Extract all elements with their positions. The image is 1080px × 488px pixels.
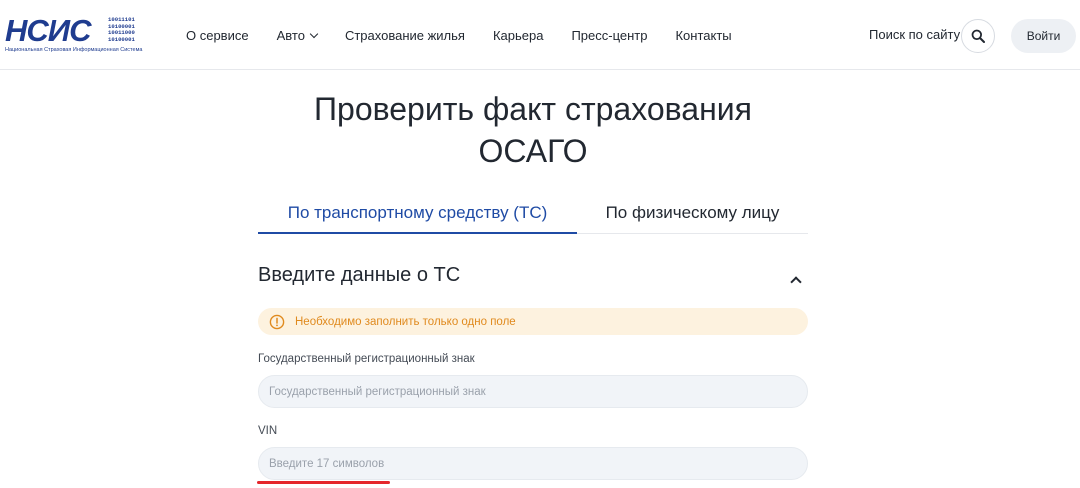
nav-item-contacts[interactable]: Контакты [675, 28, 731, 43]
nav-item-label: Страхование жилья [344, 27, 465, 43]
page-title: Проверить факт страхования ОСАГО [314, 91, 752, 169]
nav-item-career[interactable]: Карьера [493, 28, 544, 43]
nav-item-label: О сервисе [186, 27, 249, 43]
section-title: Введите данные о ТС [258, 264, 461, 286]
vin-input[interactable] [258, 447, 808, 480]
nav-item-auto[interactable]: Авто [276, 27, 319, 43]
warning-circle-icon [269, 314, 285, 329]
main-nav: О сервисе Авто Страхование жилья Карьера… [186, 0, 760, 70]
nav-item-label: Карьера [492, 27, 544, 43]
collapse-section-button[interactable] [786, 272, 808, 288]
notice-text: Необходимо заполнить только одно поле [295, 315, 516, 328]
tab-by-vehicle[interactable]: По транспортному средству (ТС) [258, 196, 577, 234]
nav-item-label: Пресс-центр [571, 27, 648, 43]
logo-binary: 10011101 10100001 10011000 10100001 [108, 16, 135, 43]
chevron-down-icon [309, 29, 319, 38]
logo-caption: Национальная Страховая Информационная Си… [5, 47, 143, 53]
highlight-underline [257, 481, 390, 484]
nav-item-about[interactable]: О сервисе [186, 28, 249, 43]
search-button[interactable] [961, 19, 995, 53]
nav-item-press-center[interactable]: Пресс-центр [571, 28, 647, 43]
nav-item-label: Контакты [675, 27, 732, 43]
info-notice: Необходимо заполнить только одно поле [258, 308, 808, 335]
nav-item-home-insurance[interactable]: Страхование жилья [345, 28, 465, 43]
plate-number-label: Государственный регистрационный знак [258, 353, 475, 365]
site-search-link[interactable]: Поиск по сайту [869, 27, 960, 42]
plate-number-input[interactable] [258, 375, 808, 408]
search-icon [971, 29, 985, 43]
tab-by-person[interactable]: По физическому лицу [577, 196, 808, 234]
chevron-up-icon [790, 276, 802, 288]
login-button[interactable]: Войти [1011, 19, 1076, 53]
nav-item-label: Авто [276, 27, 305, 43]
vin-label: VIN [258, 425, 278, 437]
site-header: НСИС 10011101 10100001 10011000 10100001… [0, 0, 1080, 70]
site-logo[interactable]: НСИС 10011101 10100001 10011000 10100001… [5, 13, 143, 56]
search-mode-tabs: По транспортному средству (ТС) По физиче… [258, 196, 808, 234]
logo-letters: НСИС [5, 13, 91, 48]
